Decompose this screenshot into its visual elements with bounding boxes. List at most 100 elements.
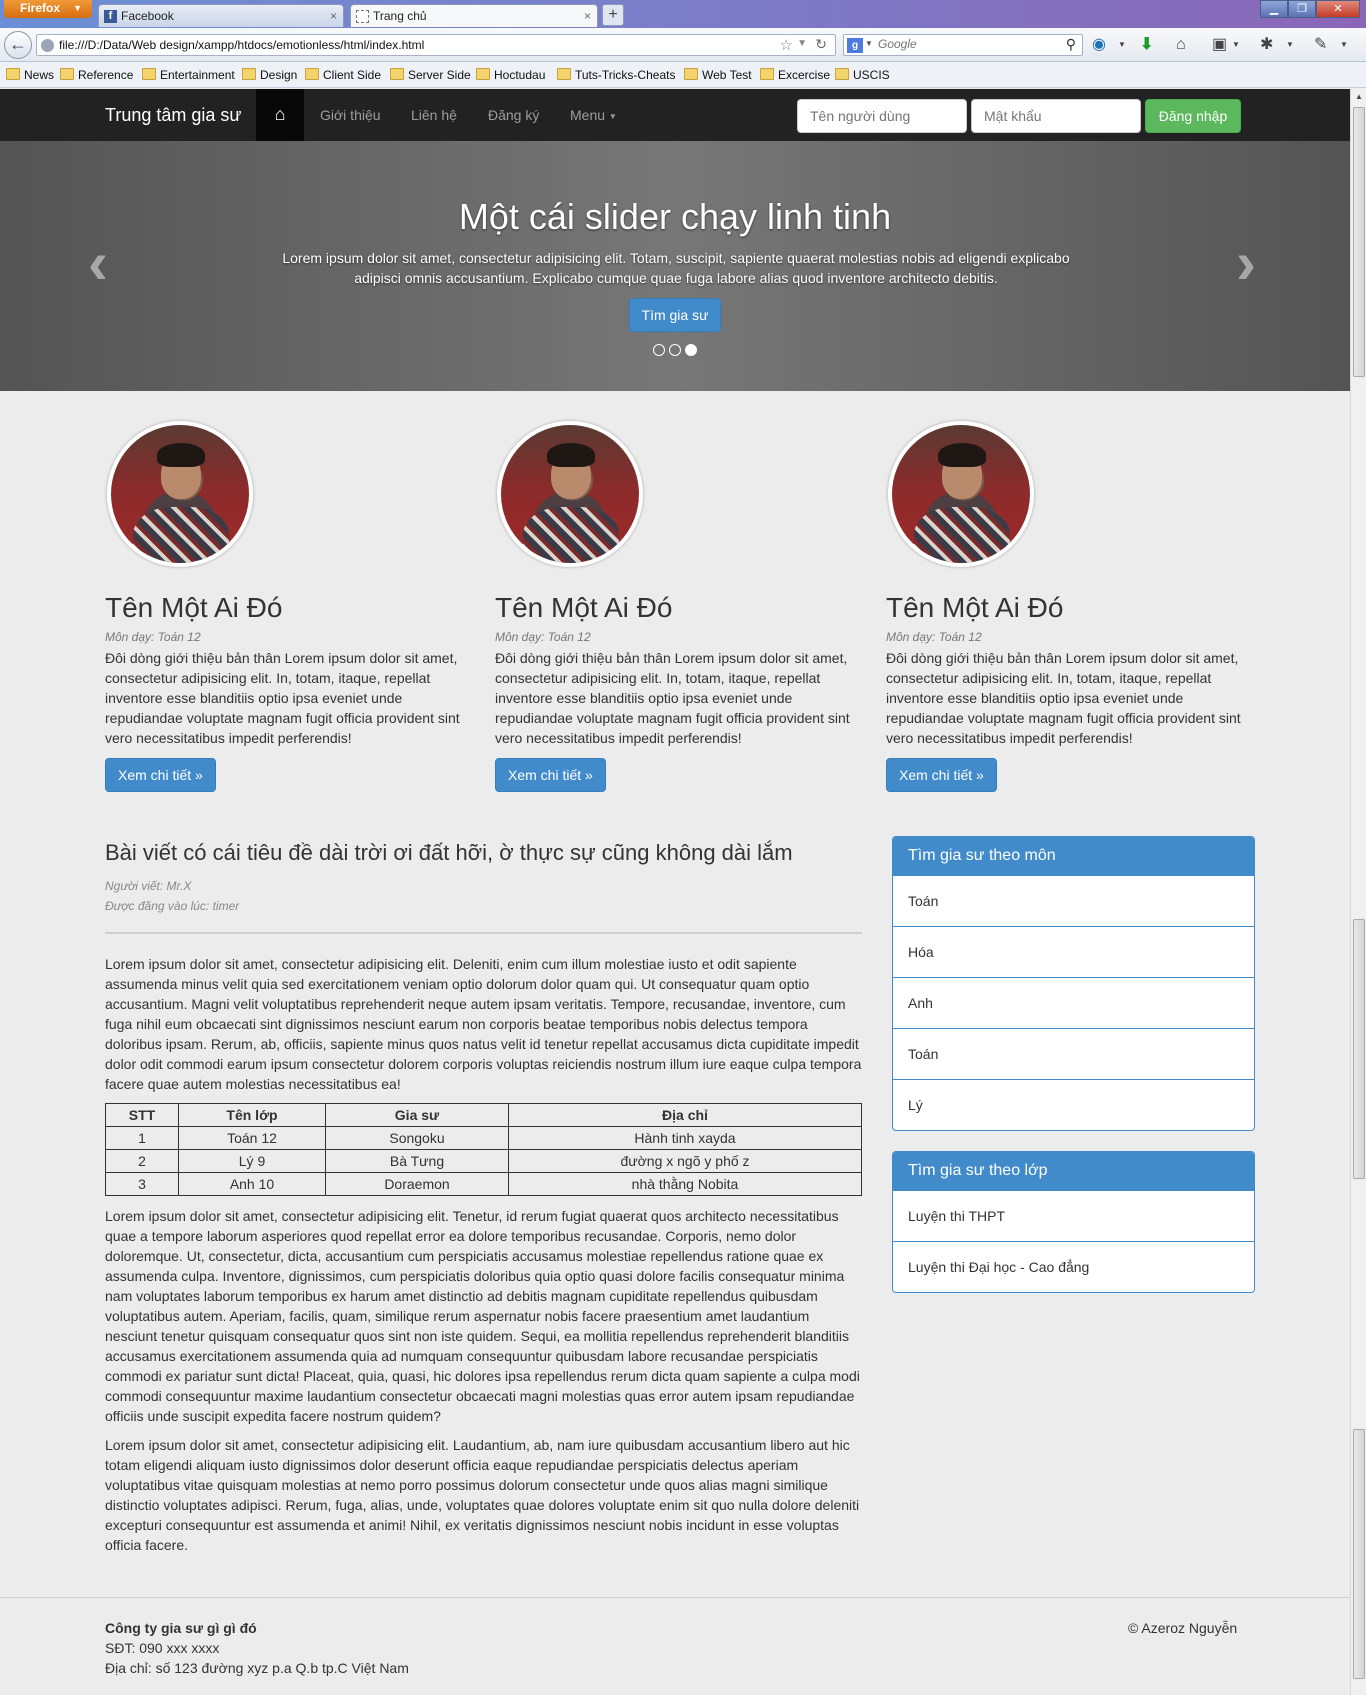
nav-link-gioi-thieu[interactable]: Giới thiệu <box>320 107 381 123</box>
table-header: Địa chỉ <box>508 1103 862 1127</box>
table-cell: Songoku <box>325 1126 509 1150</box>
view-details-button[interactable]: Xem chi tiết » <box>495 758 606 792</box>
list-item[interactable]: Anh <box>893 977 1254 1028</box>
bookmark-label: Client Side <box>323 68 382 82</box>
download-icon[interactable]: ⬇ <box>1140 36 1153 54</box>
brand-link[interactable]: Trung tâm gia sư <box>105 105 241 126</box>
carousel-text: Lorem ipsum dolor sit amet, consectetur … <box>282 250 1070 286</box>
chevron-down-icon[interactable]: ▼ <box>865 39 873 48</box>
browser-toolbar: ← file:///D:/Data/Web design/xampp/htdoc… <box>0 28 1366 62</box>
article: Bài viết có cái tiêu đề dài trời ơi đất … <box>105 840 862 1564</box>
list-item[interactable]: Luyện thi Đại học - Cao đẳng <box>893 1241 1254 1292</box>
hero-carousel: ‹ Một cái slider chạy linh tinh Lorem ip… <box>0 141 1350 391</box>
scrollbar-thumb[interactable] <box>1353 1429 1365 1679</box>
new-tab-button[interactable]: + <box>602 4 624 26</box>
tools-icon[interactable]: ✎ <box>1314 36 1327 54</box>
close-tab-icon[interactable]: × <box>330 5 337 27</box>
list-item[interactable]: Hóa <box>893 926 1254 977</box>
tab-facebook[interactable]: f Facebook × <box>98 4 344 27</box>
table-header: STT <box>105 1103 179 1127</box>
reload-icon[interactable]: ↻ <box>815 36 827 53</box>
chevron-down-icon[interactable]: ▼ <box>797 38 807 49</box>
list-item[interactable]: Toán <box>893 1028 1254 1079</box>
view-details-button[interactable]: Xem chi tiết » <box>105 758 216 792</box>
folder-icon <box>684 68 698 80</box>
search-bar[interactable]: g ▼ ⚲ <box>843 34 1083 56</box>
folder-icon <box>760 68 774 80</box>
carousel-indicator-dot[interactable] <box>653 344 665 356</box>
table-cell: Lý 9 <box>178 1149 326 1173</box>
addon-icon[interactable]: ◉ <box>1092 36 1106 54</box>
find-tutor-button[interactable]: Tìm gia sư <box>629 298 721 332</box>
globe-icon <box>41 39 54 52</box>
bookmark-item[interactable]: News <box>4 68 54 82</box>
home-icon[interactable]: ⌂ <box>1176 36 1186 54</box>
chevron-down-icon[interactable]: ▼ <box>1340 36 1348 54</box>
bookmark-item[interactable]: Tuts-Tricks-Cheats <box>555 68 675 82</box>
address-bar[interactable]: file:///D:/Data/Web design/xampp/htdocs/… <box>36 34 836 56</box>
close-window-icon[interactable]: ✕ <box>1316 0 1360 18</box>
footer-company: Công ty gia sư gì gì đó <box>105 1620 257 1636</box>
bookmark-label: Design <box>260 68 298 82</box>
scroll-up-icon[interactable]: ▲ <box>1351 89 1366 105</box>
bookmark-item[interactable]: Design <box>240 68 297 82</box>
minimize-icon[interactable]: ▁ <box>1260 0 1288 18</box>
bookmark-item[interactable]: Hoctudau <box>474 68 545 82</box>
list-item[interactable]: Toán <box>893 875 1254 926</box>
nav-link-lien-he[interactable]: Liên hệ <box>411 107 457 123</box>
list-item[interactable]: Luyện thi THPT <box>893 1190 1254 1241</box>
bookmark-item[interactable]: USCIS <box>833 68 890 82</box>
bookmark-label: USCIS <box>853 68 890 82</box>
extension-icon[interactable]: ✱ <box>1260 36 1273 54</box>
scrollbar-thumb[interactable] <box>1353 107 1365 377</box>
table-row: 3 Anh 10 Doraemon nhà thằng Nobita <box>105 1172 862 1196</box>
article-paragraph: Lorem ipsum dolor sit amet, consectetur … <box>105 1208 860 1424</box>
nav-menu-dropdown[interactable]: Menu ▼ <box>570 107 617 123</box>
bookmark-item[interactable]: Server Side <box>388 68 471 82</box>
page-scrollbar[interactable]: ▲ <box>1350 89 1366 1695</box>
article-date: Được đăng vào lúc: timer <box>105 899 240 913</box>
chevron-down-icon[interactable]: ▼ <box>1118 36 1126 54</box>
bookmarks-menu-icon[interactable]: ▣ <box>1212 36 1227 54</box>
carousel-indicator-dot[interactable] <box>669 344 681 356</box>
carousel-indicator-dot[interactable] <box>685 344 697 356</box>
bookmark-item[interactable]: Reference <box>58 68 133 82</box>
firefox-menu-label: Firefox <box>20 1 61 15</box>
login-button[interactable]: Đăng nhập <box>1145 99 1241 133</box>
search-input[interactable] <box>878 37 1048 51</box>
bookmark-item[interactable]: Web Test <box>682 68 752 82</box>
chevron-down-icon[interactable]: ▼ <box>1232 36 1240 54</box>
search-icon[interactable]: ⚲ <box>1066 36 1076 53</box>
home-icon[interactable]: ⌂ <box>256 89 304 141</box>
table-header: Gia sư <box>325 1103 509 1127</box>
list-item[interactable]: Lý <box>893 1079 1254 1130</box>
chevron-left-icon[interactable]: ‹ <box>88 233 108 293</box>
table-cell: Hành tinh xayda <box>508 1126 862 1150</box>
back-button[interactable]: ← <box>4 31 32 59</box>
bookmark-item[interactable]: Entertainment <box>140 68 235 82</box>
table-cell: 3 <box>105 1172 179 1196</box>
firefox-menu-button[interactable]: Firefox ▼ <box>4 0 92 18</box>
google-icon[interactable]: g <box>847 38 863 53</box>
divider <box>105 932 862 934</box>
close-tab-icon[interactable]: × <box>584 5 591 27</box>
chevron-right-icon[interactable]: › <box>1236 233 1256 293</box>
bookmark-star-icon[interactable]: ☆ <box>780 36 793 54</box>
footer-copyright: © Azeroz Nguyễn <box>1128 1620 1238 1636</box>
username-field[interactable] <box>797 99 967 133</box>
bookmark-item[interactable]: Client Side <box>303 68 381 82</box>
nav-link-dang-ky[interactable]: Đăng ký <box>488 107 539 123</box>
bookmark-label: Excercise <box>778 68 831 82</box>
tab-trang-chu[interactable]: Trang chủ × <box>350 4 598 27</box>
chevron-down-icon[interactable]: ▼ <box>1286 36 1294 54</box>
view-details-button[interactable]: Xem chi tiết » <box>886 758 997 792</box>
maximize-icon[interactable]: ❐ <box>1288 0 1316 18</box>
folder-icon <box>835 68 849 80</box>
password-field[interactable] <box>971 99 1141 133</box>
caret-down-icon: ▼ <box>608 111 617 121</box>
tutor-name: Tên Một Ai Đó <box>105 592 283 623</box>
bookmark-item[interactable]: Excercise <box>758 68 830 82</box>
avatar <box>107 421 253 567</box>
scrollbar-thumb[interactable] <box>1353 919 1365 1179</box>
panel-heading: Tìm gia sư theo lớp <box>893 1152 1254 1190</box>
